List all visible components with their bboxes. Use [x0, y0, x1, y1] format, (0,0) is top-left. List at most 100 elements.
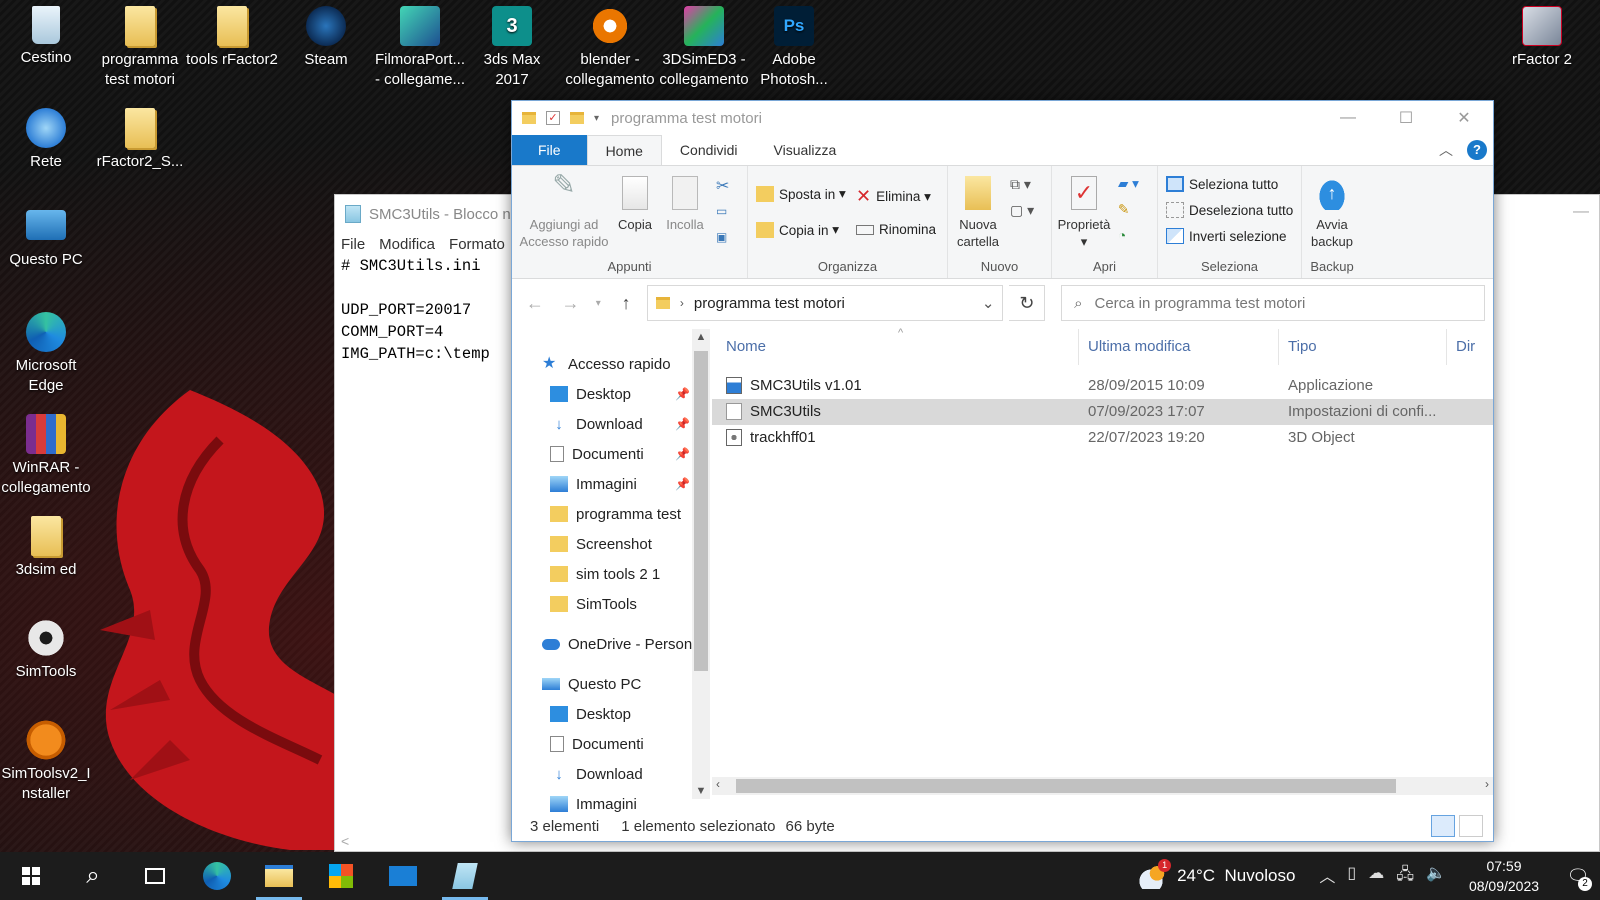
nav-this-pc[interactable]: Questo PC — [512, 669, 712, 699]
start-button[interactable] — [0, 852, 62, 900]
details-view-icon[interactable] — [1431, 815, 1455, 837]
large-icons-view-icon[interactable] — [1459, 815, 1483, 837]
desktop-icon-3dsimed3[interactable]: 3DSimED3 - collegamento — [654, 6, 754, 90]
volume-icon[interactable]: 🔈 — [1426, 863, 1446, 890]
start-backup-button[interactable]: ↑ Avvia backup — [1304, 176, 1360, 250]
scroll-down-arrow[interactable]: ▼ — [692, 785, 710, 797]
file-explorer-window[interactable]: ✓ ▾ programma test motori — ☐ ✕ File Hom… — [511, 100, 1494, 842]
select-all-button[interactable]: Seleziona tutto — [1166, 176, 1278, 192]
notepad-menu-formato[interactable]: Formato — [449, 236, 505, 253]
search-button[interactable]: ⌕ — [62, 852, 124, 900]
notepad-menu-modifica[interactable]: Modifica — [379, 236, 435, 253]
scroll-left-arrow[interactable]: ‹ — [716, 777, 720, 791]
scrollbar-thumb[interactable] — [736, 779, 1396, 793]
onedrive-cloud-icon[interactable]: ☁ — [1368, 863, 1384, 890]
desktop-icon-blender[interactable]: blender - collegamento — [560, 6, 660, 90]
desktop-icon-programma-test-motori[interactable]: programma test motori — [94, 6, 186, 90]
taskbar-notepad[interactable] — [434, 852, 496, 900]
nav-onedrive[interactable]: OneDrive - Person — [512, 629, 712, 659]
close-button[interactable]: ✕ — [1435, 101, 1493, 135]
recent-locations-icon[interactable]: ▾ — [591, 298, 605, 309]
column-header-name[interactable]: Nome — [726, 338, 766, 355]
edit-icon[interactable]: ✎ — [1118, 202, 1129, 218]
nav-quick-download[interactable]: ↓ Download 📌 — [512, 409, 712, 439]
nav-quick-immagini[interactable]: Immagini 📌 — [512, 469, 712, 499]
column-separator[interactable] — [1446, 329, 1447, 365]
cut-icon[interactable]: ✂ — [716, 176, 729, 196]
notepad-scroll-left-arrow[interactable]: < — [335, 833, 507, 851]
minimize-button[interactable]: — — [1319, 101, 1377, 135]
nav-pc-documenti[interactable]: Documenti — [512, 729, 712, 759]
explorer-titlebar[interactable]: ✓ ▾ programma test motori — ☐ ✕ — [512, 101, 1493, 135]
file-list-hscrollbar[interactable]: ‹ › — [712, 777, 1493, 795]
desktop-icon-simtools-installer[interactable]: SimToolsv2_Installer — [0, 720, 92, 804]
desktop-icon-3dsim-ed[interactable]: 3dsim ed — [0, 516, 92, 580]
chevron-up-icon[interactable]: ︿ — [1319, 863, 1335, 890]
taskbar-store[interactable] — [310, 852, 372, 900]
taskbar-edge[interactable] — [186, 852, 248, 900]
properties-button[interactable]: ✓ Proprietà ▾ — [1054, 176, 1114, 250]
desktop-icon-edge[interactable]: Microsoft Edge — [0, 312, 92, 396]
notepad-minimize-button[interactable]: — — [1573, 203, 1589, 221]
rename-button[interactable]: Rinomina — [856, 222, 936, 237]
nav-quick-access[interactable]: ★ Accesso rapido — [512, 349, 712, 379]
column-header-size[interactable]: Dir — [1456, 338, 1475, 355]
search-input[interactable]: ⌕ Cerca in programma test motori — [1061, 285, 1485, 321]
notification-center-button[interactable]: 🗨 2 — [1556, 852, 1600, 900]
paste-button[interactable]: Incolla — [660, 176, 710, 233]
move-to-button[interactable]: Sposta in ▾ — [756, 186, 846, 202]
desktop-icon-winrar[interactable]: WinRAR - collegamento — [0, 414, 92, 498]
file-row[interactable]: SMC3Utils v1.01 28/09/2015 10:09 Applica… — [712, 373, 1493, 399]
properties-quick-icon[interactable]: ✓ — [546, 111, 560, 125]
device-icon[interactable]: ▯ — [1347, 863, 1356, 890]
scroll-up-arrow[interactable]: ▲ — [692, 331, 710, 343]
desktop-icon-steam[interactable]: Steam — [280, 6, 372, 70]
taskbar-file-explorer[interactable] — [248, 852, 310, 900]
nav-quick-desktop[interactable]: Desktop 📌 — [512, 379, 712, 409]
column-separator[interactable] — [1078, 329, 1079, 365]
new-folder-button[interactable]: Nuova cartella — [950, 176, 1006, 250]
open-icon[interactable]: ▰ ▾ — [1118, 176, 1139, 192]
copy-path-icon[interactable]: ▭ — [716, 204, 727, 218]
desktop-icon-rfactor2[interactable]: rFactor 2 — [1496, 6, 1588, 70]
forward-button[interactable]: → — [556, 293, 586, 314]
maximize-button[interactable]: ☐ — [1377, 101, 1435, 135]
nav-quick-documenti[interactable]: Documenti 📌 — [512, 439, 712, 469]
delete-button[interactable]: ✕ Elimina ▾ — [856, 186, 931, 207]
desktop-icon-tools-rfactor2[interactable]: tools rFactor2 — [186, 6, 278, 70]
paste-shortcut-icon[interactable]: ▣ — [716, 230, 727, 244]
desktop-icon-simtools[interactable]: SimTools — [0, 618, 92, 682]
desktop-icon-questo-pc[interactable]: Questo PC — [0, 210, 92, 270]
notepad-menu-file[interactable]: File — [341, 236, 365, 253]
taskbar-mail[interactable] — [372, 852, 434, 900]
tab-file[interactable]: File — [512, 135, 587, 165]
desktop-icon-rete[interactable]: Rete — [0, 108, 92, 172]
collapse-ribbon-icon[interactable]: ︿ — [1439, 140, 1453, 160]
nav-quick-screenshot[interactable]: Screenshot — [512, 529, 712, 559]
scrollbar-thumb[interactable] — [694, 351, 708, 671]
nav-pc-desktop[interactable]: Desktop — [512, 699, 712, 729]
nav-quick-simtools[interactable]: SimTools — [512, 589, 712, 619]
help-icon[interactable]: ? — [1467, 140, 1487, 160]
address-bar[interactable]: › programma test motori ⌄ — [646, 285, 1004, 321]
nav-quick-sim-tools[interactable]: sim tools 2 1 — [512, 559, 712, 589]
new-folder-quick-icon[interactable] — [570, 112, 584, 124]
scroll-right-arrow[interactable]: › — [1485, 777, 1489, 791]
pin-quick-access-button[interactable]: ✎ Aggiungi ad Accesso rapido — [518, 171, 610, 250]
chevron-down-icon[interactable]: ⌄ — [982, 294, 995, 312]
tab-visualizza[interactable]: Visualizza — [756, 135, 855, 165]
nav-pc-download[interactable]: ↓ Download — [512, 759, 712, 789]
tab-condividi[interactable]: Condividi — [662, 135, 756, 165]
nav-pane-scrollbar[interactable]: ▲ ▼ — [692, 329, 710, 799]
clock[interactable]: 07:59 08/09/2023 — [1464, 856, 1544, 896]
desktop-icon-photoshop[interactable]: Ps Adobe Photosh... — [748, 6, 840, 90]
chevron-down-icon[interactable]: ▾ — [594, 113, 599, 124]
desktop-icon-3ds-max[interactable]: 3 3ds Max 2017 — [466, 6, 558, 90]
easy-access-icon[interactable]: ▢ ▾ — [1010, 202, 1034, 219]
new-item-icon[interactable]: ⧉ ▾ — [1010, 176, 1031, 193]
file-row-selected[interactable]: SMC3Utils 07/09/2023 17:07 Impostazioni … — [712, 399, 1493, 425]
deselect-all-button[interactable]: Deseleziona tutto — [1166, 202, 1293, 218]
tab-home[interactable]: Home — [586, 135, 662, 165]
desktop-icon-filmora[interactable]: FilmoraPort... - collegame... — [374, 6, 466, 90]
network-icon[interactable]: 🖧 — [1396, 863, 1414, 890]
